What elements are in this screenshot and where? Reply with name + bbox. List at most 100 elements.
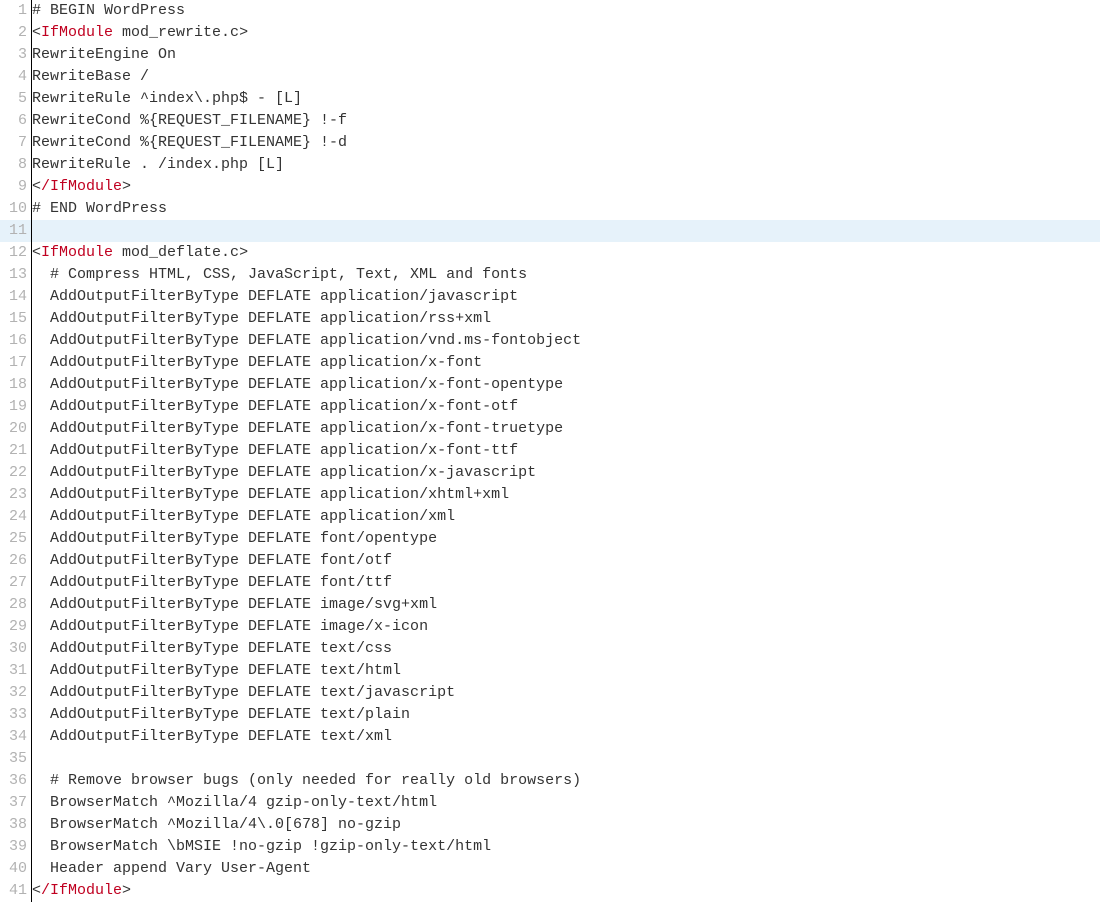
line-number: 31 (0, 660, 32, 682)
code-text: BrowserMatch ^Mozilla/4 gzip-only-text/h… (32, 794, 437, 811)
line-number: 17 (0, 352, 32, 374)
code-line[interactable]: 26 AddOutputFilterByType DEFLATE font/ot… (0, 550, 1100, 572)
code-line[interactable]: 2<IfModule mod_rewrite.c> (0, 22, 1100, 44)
code-line[interactable]: 14 AddOutputFilterByType DEFLATE applica… (0, 286, 1100, 308)
code-line[interactable]: 19 AddOutputFilterByType DEFLATE applica… (0, 396, 1100, 418)
code-content[interactable]: # Remove browser bugs (only needed for r… (32, 770, 1100, 792)
code-line[interactable]: 6RewriteCond %{REQUEST_FILENAME} !-f (0, 110, 1100, 132)
code-line[interactable]: 9</IfModule> (0, 176, 1100, 198)
code-content[interactable]: Header append Vary User-Agent (32, 858, 1100, 880)
code-content[interactable]: BrowserMatch \bMSIE !no-gzip !gzip-only-… (32, 836, 1100, 858)
code-line[interactable]: 34 AddOutputFilterByType DEFLATE text/xm… (0, 726, 1100, 748)
code-line[interactable]: 41</IfModule> (0, 880, 1100, 902)
code-line[interactable]: 38 BrowserMatch ^Mozilla/4\.0[678] no-gz… (0, 814, 1100, 836)
code-line[interactable]: 20 AddOutputFilterByType DEFLATE applica… (0, 418, 1100, 440)
line-number: 32 (0, 682, 32, 704)
code-content[interactable]: RewriteRule . /index.php [L] (32, 154, 1100, 176)
line-number: 10 (0, 198, 32, 220)
code-line[interactable]: 25 AddOutputFilterByType DEFLATE font/op… (0, 528, 1100, 550)
code-content[interactable]: AddOutputFilterByType DEFLATE applicatio… (32, 396, 1100, 418)
code-content[interactable]: AddOutputFilterByType DEFLATE applicatio… (32, 484, 1100, 506)
code-line[interactable]: 5RewriteRule ^index\.php$ - [L] (0, 88, 1100, 110)
code-content[interactable]: AddOutputFilterByType DEFLATE text/javas… (32, 682, 1100, 704)
code-content[interactable]: # BEGIN WordPress (32, 0, 1100, 22)
code-line[interactable]: 16 AddOutputFilterByType DEFLATE applica… (0, 330, 1100, 352)
code-content[interactable]: # Compress HTML, CSS, JavaScript, Text, … (32, 264, 1100, 286)
code-content[interactable]: RewriteCond %{REQUEST_FILENAME} !-f (32, 110, 1100, 132)
code-line[interactable]: 4RewriteBase / (0, 66, 1100, 88)
code-line[interactable]: 35 (0, 748, 1100, 770)
code-text: RewriteRule ^index\.php$ - [L] (32, 90, 302, 107)
line-number: 15 (0, 308, 32, 330)
code-text: AddOutputFilterByType DEFLATE applicatio… (32, 420, 563, 437)
code-content[interactable]: AddOutputFilterByType DEFLATE applicatio… (32, 506, 1100, 528)
code-line[interactable]: 28 AddOutputFilterByType DEFLATE image/s… (0, 594, 1100, 616)
code-text: AddOutputFilterByType DEFLATE font/opent… (32, 530, 437, 547)
code-line[interactable]: 30 AddOutputFilterByType DEFLATE text/cs… (0, 638, 1100, 660)
code-content[interactable]: AddOutputFilterByType DEFLATE applicatio… (32, 286, 1100, 308)
code-content[interactable]: AddOutputFilterByType DEFLATE image/x-ic… (32, 616, 1100, 638)
code-line[interactable]: 18 AddOutputFilterByType DEFLATE applica… (0, 374, 1100, 396)
code-line[interactable]: 24 AddOutputFilterByType DEFLATE applica… (0, 506, 1100, 528)
code-content[interactable]: RewriteBase / (32, 66, 1100, 88)
code-content[interactable]: AddOutputFilterByType DEFLATE applicatio… (32, 352, 1100, 374)
tag-name: IfModule (50, 178, 122, 195)
code-line[interactable]: 15 AddOutputFilterByType DEFLATE applica… (0, 308, 1100, 330)
line-number: 41 (0, 880, 32, 902)
code-content[interactable]: AddOutputFilterByType DEFLATE applicatio… (32, 418, 1100, 440)
code-line[interactable]: 31 AddOutputFilterByType DEFLATE text/ht… (0, 660, 1100, 682)
code-line[interactable]: 17 AddOutputFilterByType DEFLATE applica… (0, 352, 1100, 374)
code-content[interactable]: RewriteEngine On (32, 44, 1100, 66)
code-content[interactable]: AddOutputFilterByType DEFLATE applicatio… (32, 374, 1100, 396)
code-content[interactable]: </IfModule> (32, 176, 1100, 198)
code-content[interactable]: AddOutputFilterByType DEFLATE text/html (32, 660, 1100, 682)
code-content[interactable]: AddOutputFilterByType DEFLATE applicatio… (32, 308, 1100, 330)
code-line[interactable]: 13 # Compress HTML, CSS, JavaScript, Tex… (0, 264, 1100, 286)
code-line[interactable]: 36 # Remove browser bugs (only needed fo… (0, 770, 1100, 792)
code-text: RewriteRule . /index.php [L] (32, 156, 284, 173)
code-content[interactable]: AddOutputFilterByType DEFLATE image/svg+… (32, 594, 1100, 616)
code-content[interactable]: AddOutputFilterByType DEFLATE applicatio… (32, 330, 1100, 352)
code-content[interactable]: AddOutputFilterByType DEFLATE applicatio… (32, 462, 1100, 484)
code-content[interactable]: BrowserMatch ^Mozilla/4 gzip-only-text/h… (32, 792, 1100, 814)
code-content[interactable]: AddOutputFilterByType DEFLATE text/plain (32, 704, 1100, 726)
code-content[interactable]: RewriteCond %{REQUEST_FILENAME} !-d (32, 132, 1100, 154)
code-line[interactable]: 39 BrowserMatch \bMSIE !no-gzip !gzip-on… (0, 836, 1100, 858)
code-content[interactable] (32, 220, 1100, 242)
code-content[interactable]: </IfModule> (32, 880, 1100, 902)
code-line[interactable]: 10# END WordPress (0, 198, 1100, 220)
code-line[interactable]: 8RewriteRule . /index.php [L] (0, 154, 1100, 176)
code-content[interactable]: BrowserMatch ^Mozilla/4\.0[678] no-gzip (32, 814, 1100, 836)
code-line[interactable]: 21 AddOutputFilterByType DEFLATE applica… (0, 440, 1100, 462)
code-content[interactable]: RewriteRule ^index\.php$ - [L] (32, 88, 1100, 110)
code-content[interactable] (32, 748, 1100, 770)
code-content[interactable]: AddOutputFilterByType DEFLATE font/otf (32, 550, 1100, 572)
code-line[interactable]: 12<IfModule mod_deflate.c> (0, 242, 1100, 264)
code-editor[interactable]: 1# BEGIN WordPress2<IfModule mod_rewrite… (0, 0, 1100, 902)
code-text: BrowserMatch \bMSIE !no-gzip !gzip-only-… (32, 838, 491, 855)
code-line[interactable]: 33 AddOutputFilterByType DEFLATE text/pl… (0, 704, 1100, 726)
code-line[interactable]: 1# BEGIN WordPress (0, 0, 1100, 22)
code-content[interactable]: AddOutputFilterByType DEFLATE font/opent… (32, 528, 1100, 550)
code-line[interactable]: 3RewriteEngine On (0, 44, 1100, 66)
code-line[interactable]: 23 AddOutputFilterByType DEFLATE applica… (0, 484, 1100, 506)
code-content[interactable]: <IfModule mod_rewrite.c> (32, 22, 1100, 44)
line-number: 5 (0, 88, 32, 110)
code-line[interactable]: 32 AddOutputFilterByType DEFLATE text/ja… (0, 682, 1100, 704)
code-line[interactable]: 22 AddOutputFilterByType DEFLATE applica… (0, 462, 1100, 484)
code-content[interactable]: AddOutputFilterByType DEFLATE font/ttf (32, 572, 1100, 594)
code-content[interactable]: AddOutputFilterByType DEFLATE applicatio… (32, 440, 1100, 462)
code-line[interactable]: 37 BrowserMatch ^Mozilla/4 gzip-only-tex… (0, 792, 1100, 814)
code-line[interactable]: 40 Header append Vary User-Agent (0, 858, 1100, 880)
code-content[interactable]: AddOutputFilterByType DEFLATE text/css (32, 638, 1100, 660)
code-line[interactable]: 7RewriteCond %{REQUEST_FILENAME} !-d (0, 132, 1100, 154)
code-line[interactable]: 11 (0, 220, 1100, 242)
code-content[interactable]: # END WordPress (32, 198, 1100, 220)
code-line[interactable]: 29 AddOutputFilterByType DEFLATE image/x… (0, 616, 1100, 638)
code-content[interactable]: <IfModule mod_deflate.c> (32, 242, 1100, 264)
code-content[interactable]: AddOutputFilterByType DEFLATE text/xml (32, 726, 1100, 748)
tag-name: IfModule (41, 24, 113, 41)
code-text: AddOutputFilterByType DEFLATE applicatio… (32, 332, 581, 349)
line-number: 38 (0, 814, 32, 836)
code-line[interactable]: 27 AddOutputFilterByType DEFLATE font/tt… (0, 572, 1100, 594)
